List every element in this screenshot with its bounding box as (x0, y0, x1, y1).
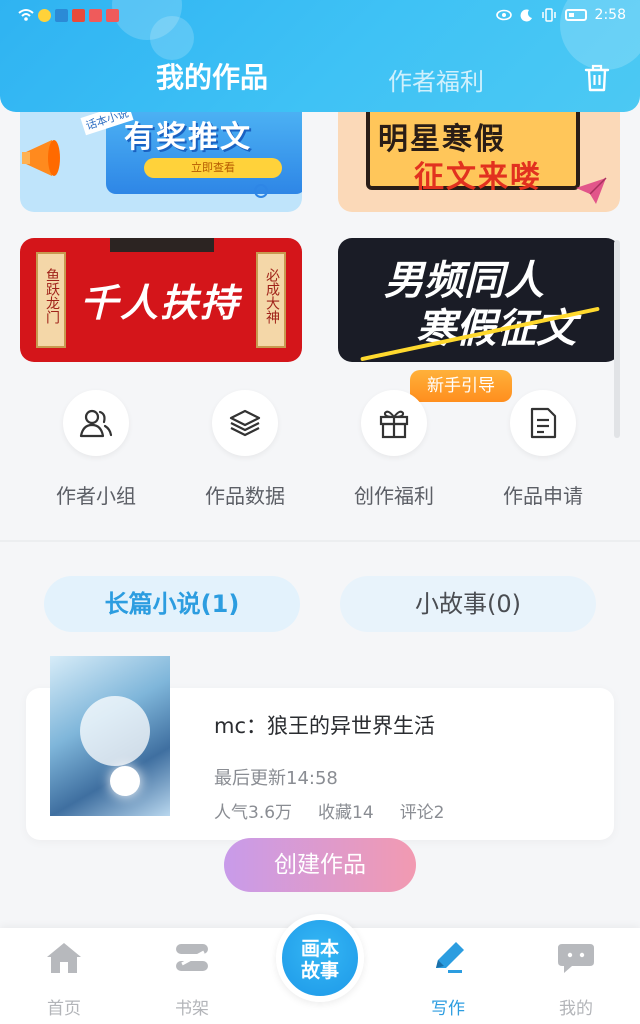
header-tabs: 我的作品 作者福利 (0, 56, 640, 100)
app-notification-icon (72, 8, 85, 22)
banner-lintel (110, 238, 214, 252)
home-icon (47, 943, 81, 973)
gift-icon (379, 410, 409, 439)
center-button-line1: 画本 (300, 938, 339, 960)
battery-icon (564, 9, 587, 21)
app-notification-icon (89, 8, 102, 22)
banner-celebrity-contest[interactable]: 明星寒假 征文来喽 (338, 96, 620, 212)
layers-icon (229, 409, 261, 437)
work-comments: 评论2 (399, 803, 445, 823)
bookshelf-icon (176, 944, 208, 971)
banner-title: 有奖推文 (124, 120, 252, 155)
tab-long-novel[interactable]: 长篇小说(1) (44, 576, 300, 632)
tab-author-benefits[interactable]: 作者福利 (388, 62, 484, 97)
quick-menu-circle (361, 390, 427, 456)
nav-center-story-button[interactable]: 画本 故事 (276, 914, 364, 1002)
quick-menu-label: 作者小组 (56, 484, 136, 508)
nav-label: 首页 (47, 999, 81, 1019)
quick-menu-work-data[interactable]: 作品数据 (170, 390, 320, 509)
quick-menu-label: 作品数据 (205, 484, 285, 508)
work-last-updated: 最后更新14:58 (214, 768, 338, 789)
quick-menu-author-group[interactable]: 作者小组 (21, 390, 171, 509)
app-notification-icon (55, 8, 68, 22)
pencil-icon (436, 942, 464, 973)
trash-icon[interactable] (584, 64, 610, 92)
center-button-line2: 故事 (300, 960, 339, 982)
header-bar: 2:58 我的作品 作者福利 (0, 0, 640, 112)
chat-icon (558, 944, 594, 973)
quick-menu-circle (63, 390, 129, 456)
nav-item-mine[interactable]: 我的 (526, 940, 626, 1019)
banner-recommend-contest[interactable]: 话本小说 有奖推文 立即查看 (20, 96, 302, 212)
quick-menu-creation-benefits[interactable]: 创作福利 (319, 390, 469, 509)
paper-plane-icon (576, 177, 607, 204)
tab-short-story[interactable]: 小故事(0) (340, 576, 596, 632)
work-title[interactable]: mc：狼王的异世界生活 (214, 710, 435, 740)
status-time: 2:58 (594, 7, 626, 23)
work-popularity: 人气3.6万 (214, 803, 293, 823)
wifi-icon (18, 9, 34, 21)
nav-label: 我的 (559, 999, 593, 1019)
view-now-button[interactable]: 立即查看 (144, 158, 282, 178)
work-stats: 人气3.6万 收藏14 评论2 (214, 798, 445, 823)
document-icon (530, 407, 557, 439)
banner-support-program[interactable]: 鱼跃龙门 千人扶持 必成大神 (20, 238, 302, 362)
tab-my-works[interactable]: 我的作品 (156, 56, 268, 96)
nav-item-bookshelf[interactable]: 书架 (142, 940, 242, 1019)
banner-title: 千人扶持 (80, 281, 241, 325)
quick-menu-circle (212, 390, 278, 456)
work-favorites: 收藏14 (318, 803, 374, 823)
nav-item-write[interactable]: 写作 (398, 940, 498, 1019)
scroll-text-left: 鱼跃龙门 (44, 268, 60, 324)
vibrate-icon (541, 8, 556, 22)
app-notification-icon (106, 8, 119, 22)
nav-label: 书架 (175, 999, 209, 1019)
app-notification-icon (38, 8, 51, 22)
quick-menu-work-application[interactable]: 作品申请 (468, 390, 618, 509)
quick-menu-label: 创作福利 (354, 484, 434, 508)
section-divider (0, 540, 640, 542)
cover-art-orb (110, 766, 140, 796)
cover-art-wolf (80, 696, 150, 766)
create-work-button[interactable]: 创建作品 (224, 838, 416, 892)
quick-menu-circle (510, 390, 576, 456)
quick-menu-label: 作品申请 (503, 484, 583, 508)
decor-ring (254, 184, 268, 198)
status-bar: 2:58 (18, 4, 626, 26)
eye-icon (495, 9, 512, 21)
nav-label: 写作 (431, 999, 465, 1019)
banner-scroll-right: 必成大神 (256, 252, 286, 348)
banner-line2: 征文来喽 (414, 160, 542, 195)
banner-line2: 寒假征文 (416, 296, 576, 354)
work-cover-image[interactable] (50, 656, 170, 816)
group-icon (79, 409, 113, 438)
nav-item-home[interactable]: 首页 (14, 940, 114, 1019)
moon-icon (520, 8, 532, 21)
scroll-text-right: 必成大神 (264, 268, 280, 324)
banner-fanfic-contest[interactable]: 男频同人 寒假征文 (338, 238, 620, 362)
megaphone-icon (22, 140, 60, 176)
banner-scroll-left: 鱼跃龙门 (36, 252, 66, 348)
